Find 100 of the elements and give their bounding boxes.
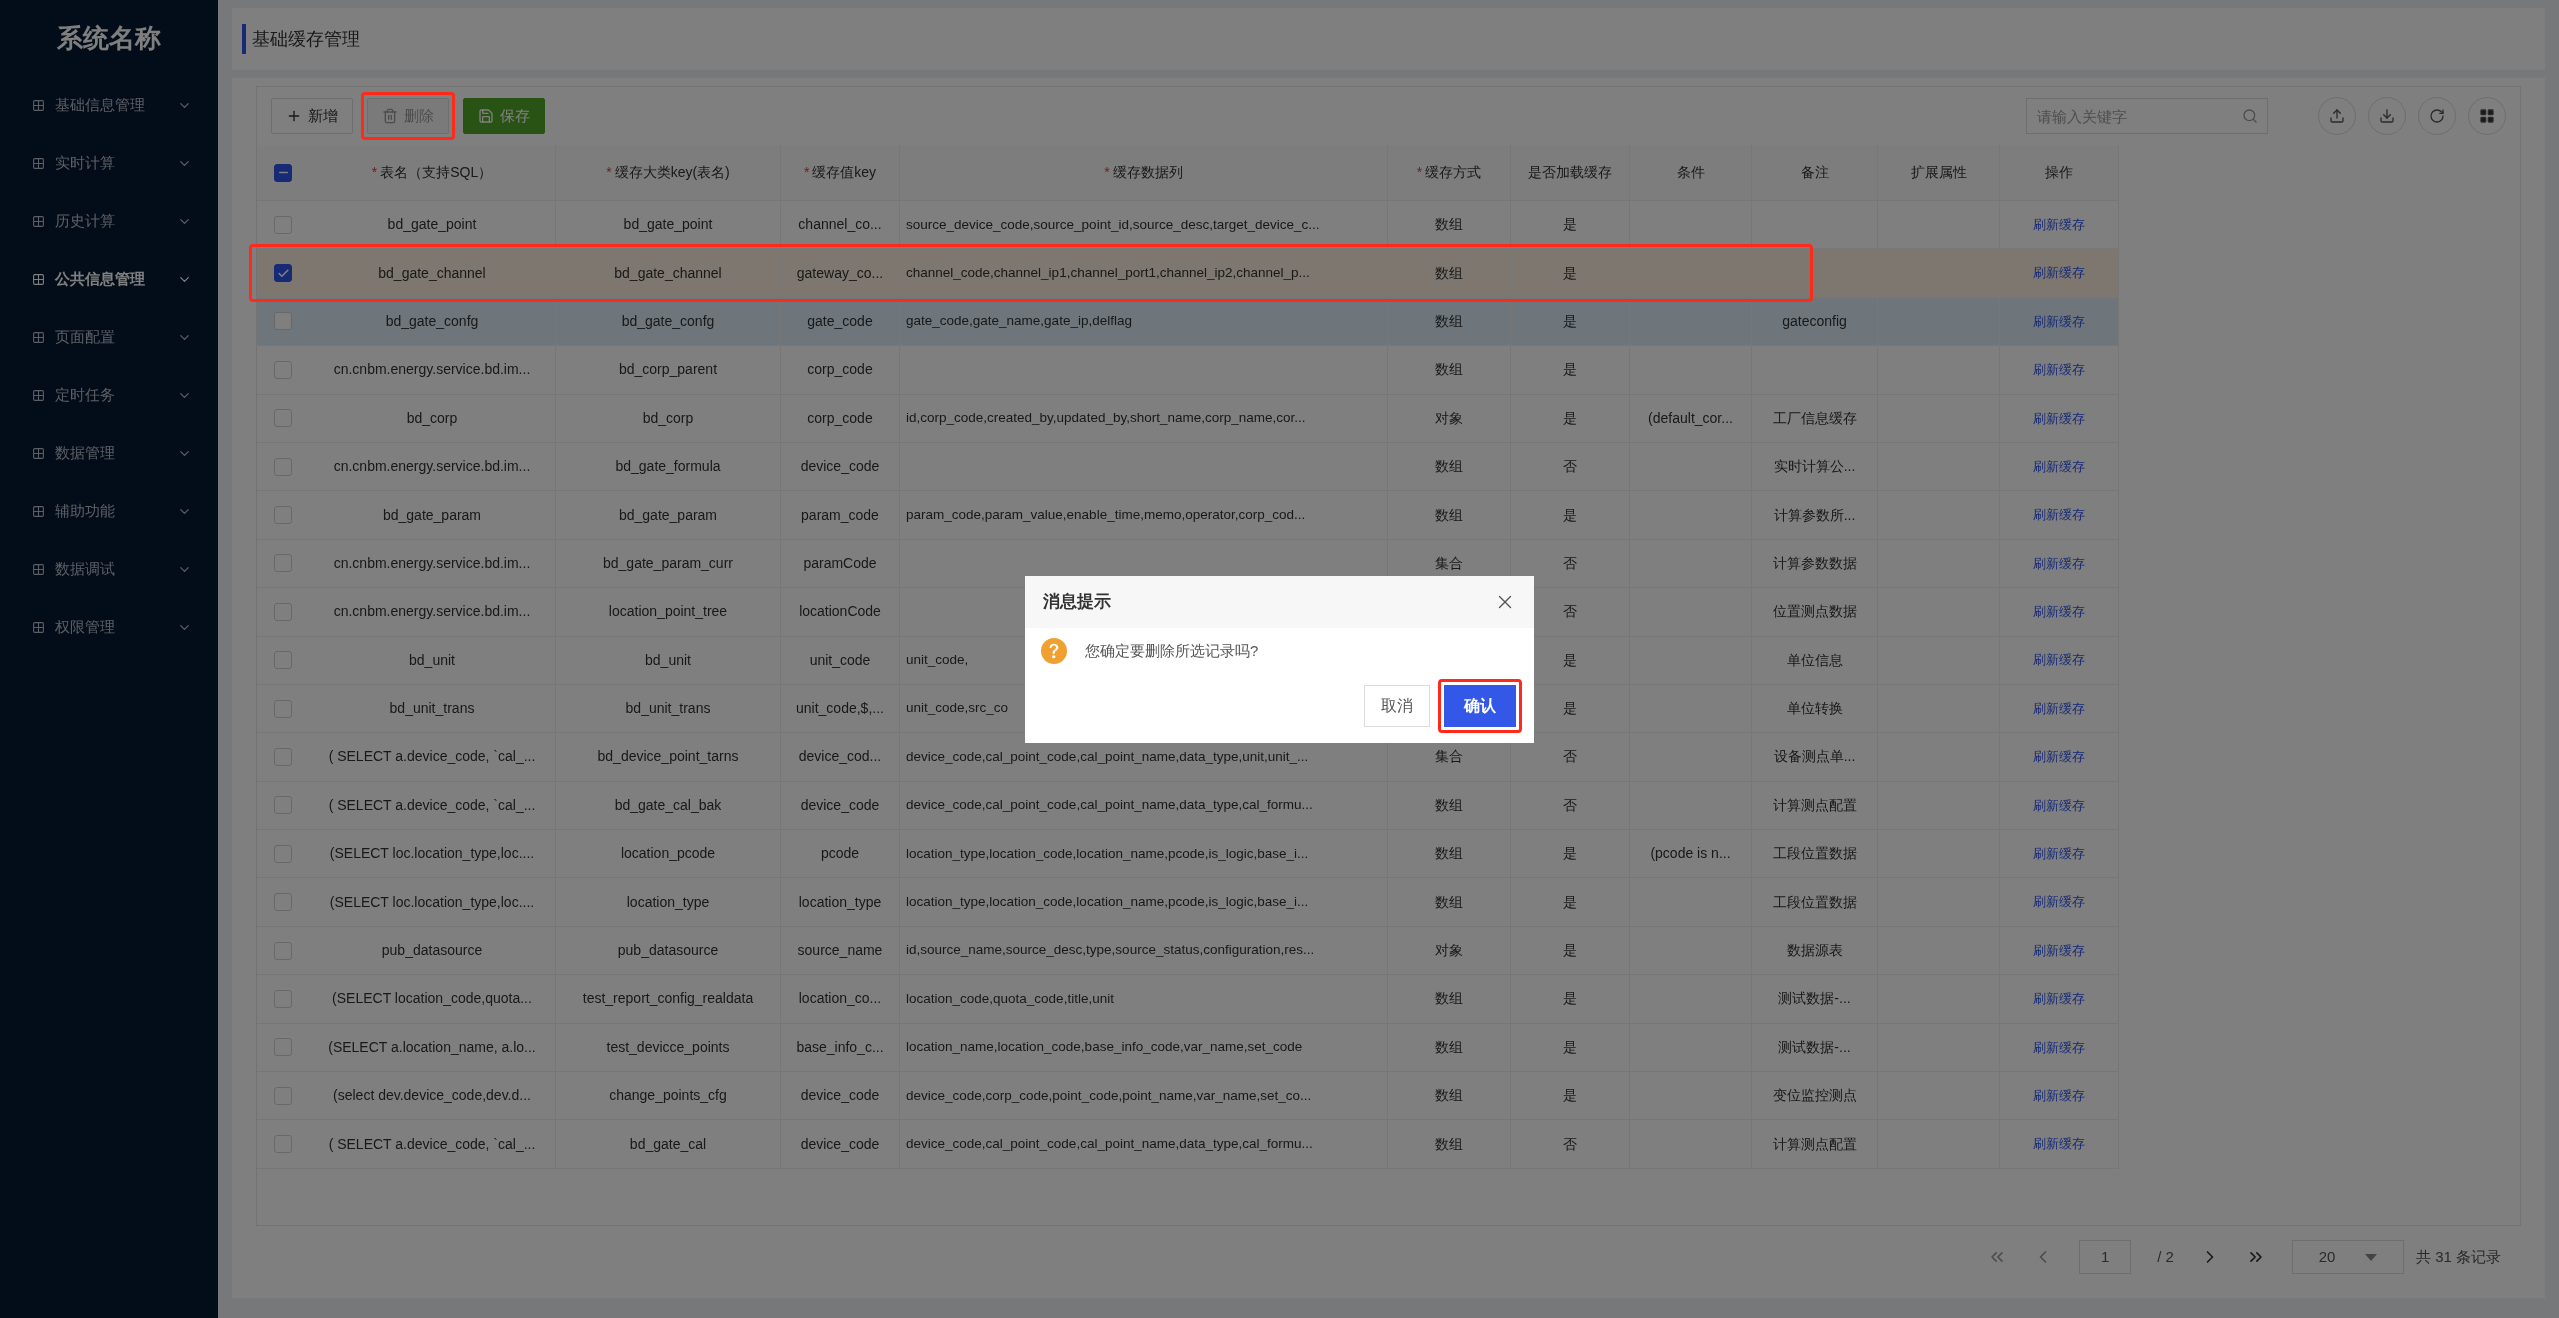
table-row[interactable]: (SELECT a.location_name, a.lo... test_devicce_points base_info_c... location_name,location_code,base_info_code,var_name,set_code 数组 是 测试数据-... 刷新缓存 [257, 1023, 2119, 1073]
refresh-cache-link[interactable]: 刷新缓存 [2033, 650, 2085, 670]
table-row[interactable]: ( SELECT a.device_code, `cal_... bd_gate_cal_bak device_code device_code,cal_point_code,cal_point_name,data_type,cal_formu... 数组 否 计算测点配置 刷新缓存 [257, 781, 2119, 831]
required-mark: * [1104, 163, 1110, 182]
table-cell-text: pub_datasource [617, 941, 719, 961]
table-cell-text: 实时计算公... [1773, 457, 1856, 477]
column-header: 表名（支持SQL） [380, 163, 493, 182]
refresh-cache-link[interactable]: 刷新缓存 [2033, 408, 2085, 428]
sidebar-item[interactable]: 权限管理 [0, 598, 218, 656]
sidebar-item[interactable]: 页面配置 [0, 308, 218, 366]
table-cell-text: bd_gate_cal_bak [614, 795, 722, 815]
column-header: 操作 [2045, 163, 2073, 182]
refresh-cache-link[interactable]: 刷新缓存 [2033, 553, 2085, 574]
table-cell-text: 是 [1563, 941, 1577, 961]
table-cell-text: bd_gate_param_curr [603, 553, 733, 573]
table-cell-text: unit_code,$,... [796, 699, 884, 719]
table-row[interactable]: (SELECT loc.location_type,loc.... location_type location_type location_type,location_code,location_name,pcode,is_logic,base_i... 数组 是 工段位置数据 刷新缓存 [257, 878, 2119, 927]
table-row[interactable]: ( SELECT a.device_code, `cal_... bd_device_point_tarns device_cod... device_code,cal_point_code,cal_point_name,data_type,unit,unit_... 集合 否 设备测点单... 刷新缓存 [257, 733, 2119, 782]
table-row[interactable]: bd_gate_param bd_gate_param param_code param_code,param_value,enable_time,memo,operator,corp_cod... 数组 是 计算参数所... 刷新缓存 [257, 491, 2119, 540]
table-cell-text: (SELECT a.location_name, a.lo... [328, 1037, 536, 1057]
refresh-cache-link[interactable]: 刷新缓存 [2033, 1085, 2085, 1106]
refresh-cache-link[interactable]: 刷新缓存 [2033, 1134, 2085, 1154]
table-row[interactable]: cn.cnbm.energy.service.bd.im... bd_corp_parent corp_code 数组 是 刷新缓存 [257, 346, 2119, 395]
refresh-cache-link[interactable]: 刷新缓存 [2033, 360, 2085, 380]
table-cell-text: gate_code,gate_name,gate_ip,delflag [906, 312, 1132, 331]
refresh-cache-link[interactable]: 刷新缓存 [2033, 263, 2085, 283]
refresh-cache-link[interactable]: 刷新缓存 [2033, 989, 2085, 1009]
table-cell-text: pub_datasource [381, 941, 483, 961]
refresh-cache-link[interactable]: 刷新缓存 [2033, 505, 2085, 525]
table-row[interactable]: (select dev.device_code,dev.d... change_points_cfg device_code device_code,corp_code,point_code,point_name,var_name,set_co... 数组 是 变位监控测点 刷新缓存 [257, 1072, 2119, 1121]
table-cell-text: 数组 [1435, 1037, 1463, 1057]
table-cell-text: 测试数据-... [1778, 1037, 1851, 1057]
table-row[interactable]: cn.cnbm.energy.service.bd.im... bd_gate_formula device_code 数组 否 实时计算公... 刷新缓存 [257, 442, 2119, 492]
sidebar-item[interactable]: 数据管理 [0, 424, 218, 482]
table-cell-text: location_pcode [620, 844, 716, 864]
table-cell-text: device_code,cal_point_code,cal_point_name,data_type,cal_formu... [906, 796, 1313, 815]
table-row[interactable]: ( SELECT a.device_code, `cal_... bd_gate_cal device_code device_code,cal_point_code,cal_point_name,data_type,cal_formu... 数组 否 计算测点配置 刷新缓存 [257, 1120, 2119, 1169]
table-cell-text: 否 [1563, 747, 1577, 767]
table-row[interactable]: (SELECT loc.location_type,loc.... location_pcode pcode location_type,location_code,location_name,pcode,is_logic,base_i... 数组 是 (pcode is n... 工段位置数据 刷新缓存 [257, 830, 2119, 879]
table-cell-text: 数组 [1435, 989, 1463, 1009]
refresh-cache-link[interactable]: 刷新缓存 [2033, 311, 2085, 332]
table-cell-text: 数组 [1435, 505, 1463, 525]
sidebar-item[interactable]: 公共信息管理 [0, 250, 218, 308]
checkbox[interactable] [274, 264, 292, 283]
table-cell-text: (SELECT loc.location_type,loc.... [329, 844, 535, 864]
sidebar-item[interactable]: 定时任务 [0, 366, 218, 424]
checkbox[interactable] [274, 163, 292, 182]
confirm-button[interactable]: 确认 [1444, 685, 1516, 727]
refresh-cache-link[interactable]: 刷新缓存 [2033, 456, 2085, 477]
sidebar-item[interactable]: 数据调试 [0, 540, 218, 598]
table-cell-text: cn.cnbm.energy.service.bd.im... [333, 553, 531, 573]
table-cell-text: corp_code [807, 408, 873, 428]
table-cell-text: 是 [1563, 505, 1577, 525]
table-cell-text: bd_gate_point [623, 215, 713, 235]
table-cell-text: location_type [626, 892, 710, 912]
required-mark: * [606, 163, 612, 182]
table-row[interactable]: pub_datasource pub_datasource source_name id,source_name,source_desc,type,source_status,configuration,res... 对象 是 数据源表 刷新缓存 [257, 926, 2119, 976]
page-input[interactable]: 1 [2079, 1240, 2132, 1274]
table-cell-text: 是 [1563, 1086, 1577, 1106]
table-cell-text: ( SELECT a.device_code, `cal_... [328, 795, 536, 815]
table-cell-text: 工段位置数据 [1772, 892, 1857, 912]
refresh-cache-link[interactable]: 刷新缓存 [2033, 698, 2085, 719]
cancel-button[interactable]: 取消 [1364, 685, 1430, 727]
refresh-cache-link[interactable]: 刷新缓存 [2033, 747, 2085, 767]
sidebar-item[interactable]: 历史计算 [0, 192, 218, 250]
table-cell-text: 数组 [1435, 892, 1463, 912]
refresh-cache-link[interactable]: 刷新缓存 [2033, 940, 2085, 961]
table-row[interactable]: bd_corp bd_corp corp_code id,corp_code,created_by,updated_by,short_name,corp_name,cor... 对象 是 (default_cor... 工厂信息缓存 刷新缓存 [257, 394, 2119, 443]
column-header: 缓存值key [812, 163, 877, 182]
plus-icon [286, 108, 302, 124]
dialog-message: 您确定要删除所选记录吗? [1085, 640, 1259, 661]
table-cell-text: ( SELECT a.device_code, `cal_... [328, 747, 536, 767]
refresh-cache-link[interactable]: 刷新缓存 [2033, 602, 2085, 622]
table-cell-text: unit_code [809, 650, 871, 670]
refresh-cache-link[interactable]: 刷新缓存 [2033, 214, 2085, 235]
table-cell-text: channel_code,channel_ip1,channel_port1,channel_ip2,channel_p... [906, 263, 1310, 282]
sidebar-item[interactable]: 实时计算 [0, 134, 218, 192]
refresh-cache-link[interactable]: 刷新缓存 [2033, 844, 2085, 864]
grid-icon [32, 272, 45, 286]
table-cell-text: 是 [1563, 215, 1577, 235]
save-button[interactable]: 保存 [463, 98, 545, 134]
table-cell-text: device_code,corp_code,point_code,point_name,var_name,set_co... [906, 1086, 1312, 1105]
sidebar-item[interactable]: 辅助功能 [0, 482, 218, 540]
table-cell-text: bd_corp_parent [618, 360, 718, 380]
refresh-cache-link[interactable]: 刷新缓存 [2033, 795, 2085, 816]
grid-icon [32, 504, 45, 518]
page-size-select[interactable]: 20 [2291, 1240, 2404, 1274]
refresh-cache-link[interactable]: 刷新缓存 [2033, 1037, 2085, 1058]
table-cell-text: id,source_name,source_desc,type,source_status,configuration,res... [906, 941, 1315, 960]
table-row[interactable]: (SELECT location_code,quota... test_report_config_realdata location_co... location_code,quota_code,title,unit 数组 是 测试数据-... 刷新缓存 [257, 975, 2119, 1024]
table-cell-text: 是 [1563, 408, 1577, 428]
table-cell-text: 集合 [1435, 747, 1463, 767]
grid-icon [32, 620, 45, 634]
table-cell-text: source_device_code,source_point_id,source_desc,target_device_c... [906, 215, 1320, 234]
table-cell-text: 单位信息 [1786, 650, 1843, 670]
table-cell-text: param_code,param_value,enable_time,memo,operator,corp_cod... [906, 505, 1306, 524]
refresh-cache-link[interactable]: 刷新缓存 [2033, 892, 2085, 912]
sidebar-item[interactable]: 基础信息管理 [0, 76, 218, 134]
table-cell-text: 数组 [1435, 1134, 1463, 1154]
add-button[interactable]: 新增 [271, 98, 353, 134]
